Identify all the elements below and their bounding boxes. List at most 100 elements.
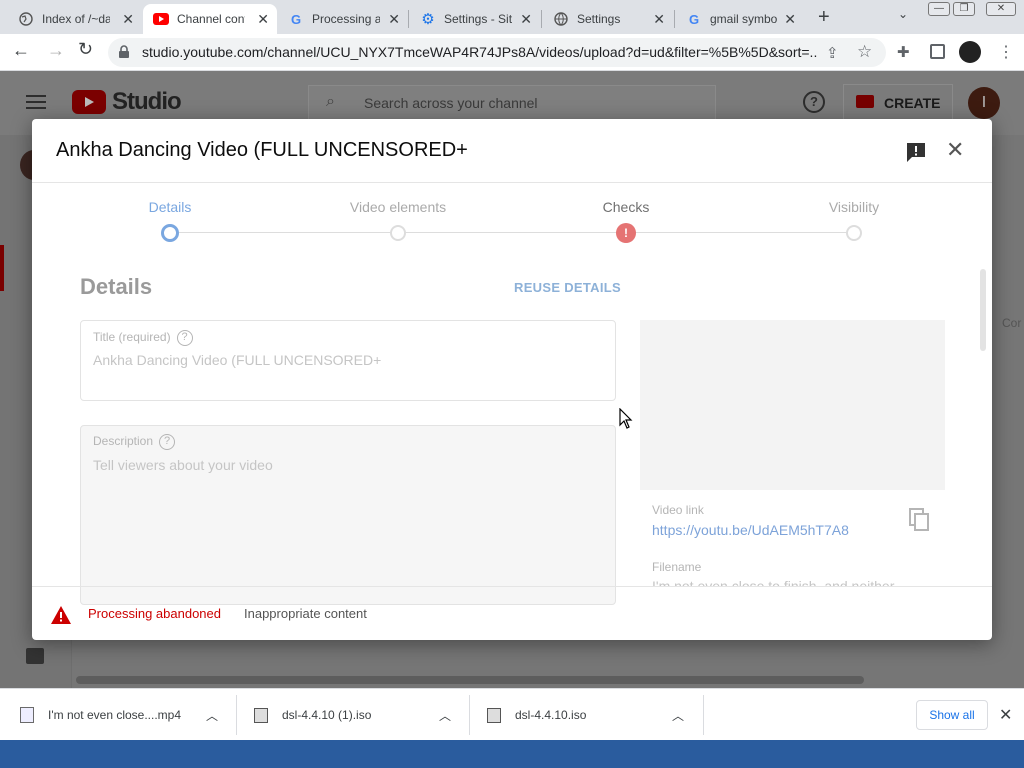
disc-image-file-icon	[487, 707, 501, 723]
browser-tab-active[interactable]: Channel conte ✕	[143, 4, 277, 34]
step-details-label[interactable]: Details	[149, 199, 192, 215]
download-separator	[703, 695, 704, 735]
chevron-up-icon[interactable]: ︿	[439, 707, 451, 724]
close-tab-icon[interactable]: ✕	[653, 11, 665, 28]
dialog-scrollbar[interactable]	[980, 269, 986, 351]
copy-icon[interactable]	[909, 508, 931, 537]
download-filename: dsl-4.4.10 (1).iso	[282, 708, 372, 722]
bookmark-star-icon[interactable]: ☆	[857, 42, 872, 62]
maximize-button[interactable]: ❐	[953, 2, 975, 16]
description-field[interactable]: Description? Tell viewers about your vid…	[80, 425, 616, 605]
dialog-header-divider	[32, 182, 992, 183]
tab-strip: Index of /~da ✕ Channel conte ✕ G Proces…	[0, 0, 1024, 34]
horizontal-scrollbar[interactable]	[76, 676, 864, 684]
tab-title: Settings	[577, 12, 621, 26]
side-panel-icon[interactable]	[930, 44, 945, 59]
step-checks-error-icon[interactable]: !	[616, 223, 636, 243]
dialog-title: Ankha Dancing Video (FULL UNCENSORED+	[56, 139, 468, 161]
download-item[interactable]: I'm not even close....mp4	[20, 689, 181, 741]
processing-status: Processing abandoned	[88, 606, 221, 621]
tab-title: Processing ab	[312, 12, 380, 26]
tab-search-chevron-icon[interactable]: ⌄	[898, 7, 908, 21]
browser-tab[interactable]: G gmail symbol ✕	[676, 4, 804, 34]
new-tab-button[interactable]: +	[818, 6, 830, 29]
tab-separator	[541, 10, 542, 28]
browser-tab[interactable]: ⚙ Settings - Site ✕	[410, 4, 540, 34]
video-link[interactable]: https://youtu.be/UdAEM5hT7A8	[652, 522, 849, 538]
extensions-puzzle-icon[interactable]: ✚	[897, 43, 910, 61]
sidebar-active-indicator	[0, 245, 4, 291]
forward-arrow-icon[interactable]: →	[47, 40, 65, 61]
filename-label: Filename	[652, 560, 702, 574]
studio-logo-icon[interactable]	[72, 90, 106, 114]
stepper-line	[178, 232, 856, 233]
mouse-cursor-icon	[619, 407, 633, 435]
step-video-elements-dot[interactable]	[390, 225, 406, 241]
step-details-dot[interactable]	[161, 224, 179, 242]
tab-title: Index of /~da	[42, 12, 110, 26]
browser-tab[interactable]: Settings ✕	[543, 4, 673, 34]
download-item[interactable]: dsl-4.4.10.iso	[487, 689, 586, 741]
step-video-elements-label[interactable]: Video elements	[350, 199, 446, 215]
minimize-button[interactable]: —	[928, 2, 950, 16]
upload-dialog: Ankha Dancing Video (FULL UNCENSORED+ ✕ …	[32, 119, 992, 640]
status-reason: Inappropriate content	[244, 606, 367, 621]
help-circle-icon[interactable]: ?	[159, 434, 176, 450]
title-value: Ankha Dancing Video (FULL UNCENSORED+	[93, 352, 382, 368]
browser-tab[interactable]: Index of /~da ✕	[8, 4, 142, 34]
video-thumbnail-preview	[640, 320, 945, 490]
share-icon[interactable]: ⇪	[826, 44, 839, 62]
description-label-text: Description	[93, 434, 154, 449]
download-item[interactable]: dsl-4.4.10 (1).iso	[254, 689, 371, 741]
title-field-label: Title (required)?	[93, 330, 193, 346]
profile-avatar[interactable]	[959, 41, 981, 63]
gear-icon: ⚙	[421, 11, 435, 28]
reuse-details-button[interactable]: REUSE DETAILS	[514, 280, 621, 295]
feedback-icon[interactable]	[26, 648, 44, 664]
warning-triangle-icon	[50, 605, 72, 630]
close-tab-icon[interactable]: ✕	[520, 11, 532, 28]
title-label-text: Title (required)	[93, 330, 171, 345]
close-tab-icon[interactable]: ✕	[388, 11, 400, 28]
chevron-up-icon[interactable]: ︿	[206, 707, 218, 724]
step-visibility-dot[interactable]	[846, 225, 862, 241]
video-link-label: Video link	[652, 503, 704, 517]
browser-tab[interactable]: G Processing ab ✕	[278, 4, 408, 34]
tab-title: Channel conte	[177, 12, 245, 26]
title-field[interactable]: Title (required)? Ankha Dancing Video (F…	[80, 320, 616, 401]
download-separator	[236, 695, 237, 735]
hamburger-menu-icon[interactable]	[26, 95, 46, 109]
create-label: CREATE	[884, 95, 941, 111]
tab-separator	[674, 10, 675, 28]
step-visibility-label[interactable]: Visibility	[829, 199, 879, 215]
tab-title: Settings - Site	[444, 12, 512, 26]
close-window-button[interactable]: ✕	[986, 2, 1016, 16]
video-camera-icon	[856, 95, 874, 108]
download-bar: I'm not even close....mp4 ︿ dsl-4.4.10 (…	[0, 688, 1024, 740]
back-arrow-icon[interactable]: ←	[12, 40, 30, 61]
chevron-up-icon[interactable]: ︿	[672, 707, 684, 724]
download-filename: dsl-4.4.10.iso	[515, 708, 587, 722]
os-taskbar	[0, 740, 1024, 768]
help-icon[interactable]: ?	[803, 91, 825, 113]
kebab-menu-icon[interactable]: ⋮	[998, 42, 1014, 62]
report-feedback-icon[interactable]	[905, 141, 927, 168]
channel-avatar[interactable]: I	[968, 87, 1000, 119]
url-text[interactable]: studio.youtube.com/channel/UCU_NYX7TmceW…	[142, 44, 817, 60]
help-circle-icon[interactable]: ?	[176, 330, 193, 346]
video-file-icon	[20, 707, 34, 723]
download-filename: I'm not even close....mp4	[48, 708, 182, 722]
close-download-bar-icon[interactable]: ✕	[999, 705, 1012, 725]
description-field-label: Description?	[93, 434, 176, 450]
google-icon: G	[290, 11, 302, 27]
step-checks-label[interactable]: Checks	[603, 199, 650, 215]
lock-icon[interactable]	[118, 45, 130, 64]
reload-icon[interactable]: ↻	[78, 39, 93, 60]
tab-separator	[408, 10, 409, 28]
show-all-downloads-button[interactable]: Show all	[916, 700, 988, 730]
close-tab-icon[interactable]: ✕	[257, 11, 269, 28]
close-dialog-icon[interactable]: ✕	[946, 137, 964, 163]
close-tab-icon[interactable]: ✕	[122, 11, 134, 28]
close-tab-icon[interactable]: ✕	[784, 11, 796, 28]
tab-title: gmail symbol	[710, 12, 778, 26]
